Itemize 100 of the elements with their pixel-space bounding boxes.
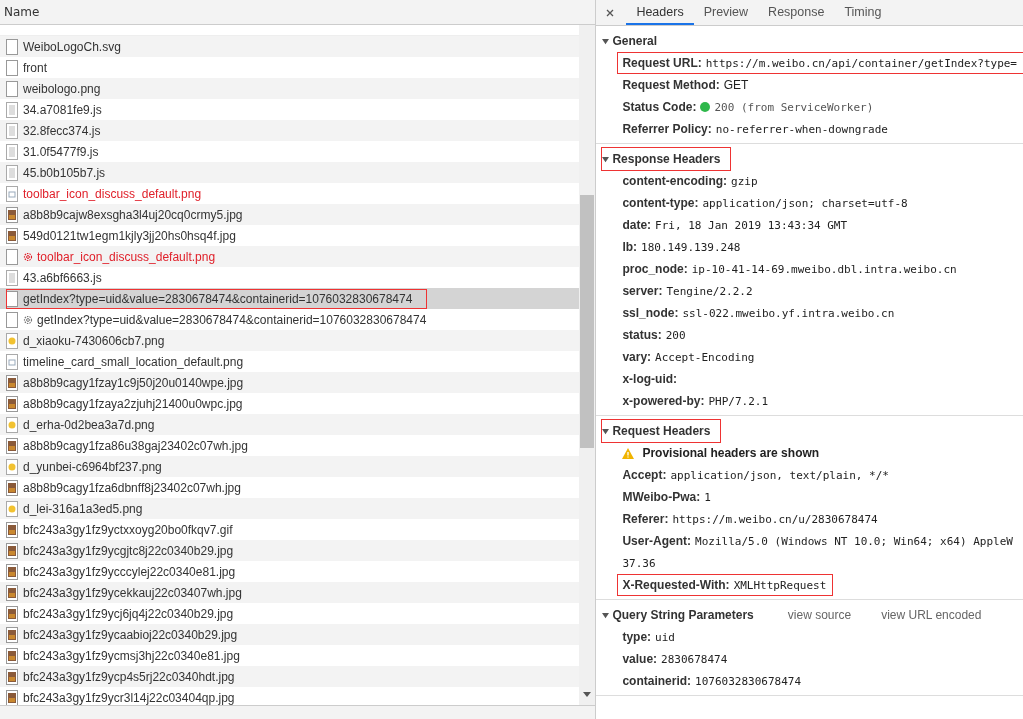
section-header[interactable]: Request Headers: [602, 420, 721, 442]
request-row[interactable]: weibologo.png: [0, 78, 580, 99]
header-name: Request Method:: [622, 78, 720, 92]
request-name: 34.a7081fe9.js: [23, 101, 102, 119]
request-name: 32.8fecc374.js: [23, 122, 101, 140]
expand-triangle-icon[interactable]: [602, 155, 610, 163]
view-link[interactable]: view source: [787, 608, 852, 622]
request-name: WeiboLogoCh.svg: [23, 38, 121, 56]
request-row[interactable]: WeiboLogoCh.svg: [0, 36, 580, 57]
scrollbar[interactable]: [579, 25, 596, 705]
header-value: uid: [655, 630, 675, 644]
tab[interactable]: Preview: [693, 0, 759, 25]
scrollbar-thumb[interactable]: [580, 195, 595, 448]
request-name: bfc243a3gy1fz9yctxxoyg20bo0fkqv7.gif: [23, 521, 233, 539]
request-name: bfc243a3gy1fz9ycaabioj22c0340b29.jpg: [23, 626, 238, 644]
header-value: Accept-Encoding: [655, 350, 755, 364]
close-icon[interactable]: [606, 8, 615, 17]
document-icon: [6, 143, 18, 160]
request-row[interactable]: a8b8b9cajw8exsgha3l4uj20cq0crmy5.jpg: [0, 204, 580, 225]
header-value: 1076032830678474: [695, 674, 802, 688]
header-name: Accept:: [622, 468, 667, 482]
header-name: date:: [622, 218, 652, 232]
expand-triangle-icon[interactable]: [602, 37, 610, 45]
request-name: 549d0121tw1egm1kjly3jj20hs0hsq4f.jpg: [23, 227, 236, 245]
header-value: 1: [704, 490, 711, 504]
image-file-icon: [6, 374, 18, 391]
header-name: Referrer Policy:: [622, 122, 712, 136]
header-name: containerid:: [622, 674, 692, 688]
request-row[interactable]: toolbar_icon_discuss_default.png: [0, 246, 580, 267]
header-name: type:: [622, 630, 652, 644]
request-row[interactable]: getIndex?type=uid&value=2830678474&containerid=1076032830678474: [0, 288, 580, 309]
expand-triangle-icon[interactable]: [602, 611, 610, 619]
scroll-down-icon[interactable]: [583, 692, 592, 697]
request-row[interactable]: bfc243a3gy1fz9ycekkauj22c03407wh.jpg: [0, 582, 580, 603]
tab[interactable]: Headers: [626, 0, 694, 25]
request-name: d_lei-316a1a3ed5.png: [23, 500, 143, 518]
request-name: weibologo.png: [23, 80, 101, 98]
column-header[interactable]: Name: [0, 0, 596, 25]
header-value: application/json; charset=utf-8: [702, 196, 908, 210]
image-file-icon: [6, 584, 18, 601]
request-name: toolbar_icon_discuss_default.png: [23, 185, 202, 203]
request-name: getIndex?type=uid&value=2830678474&containerid=1076032830678474: [37, 311, 427, 329]
header-value: Mozilla/5.0 (Windows NT 10.0; Win64; x64) AppleW: [695, 534, 1013, 548]
header-value: no-referrer-when-downgrade: [715, 122, 888, 136]
header-name: proc_node:: [622, 262, 688, 276]
request-name: bfc243a3gy1fz9ycr3l14j22c03404qp.jpg: [23, 689, 235, 705]
header-value: Fri, 18 Jan 2019 13:43:34 GMT: [655, 218, 848, 232]
header-value: XMLHttpRequest: [733, 578, 827, 592]
request-row[interactable]: d_yunbei-c6964bf237.png: [0, 456, 580, 477]
image-file-icon: [6, 521, 18, 538]
request-row[interactable]: a8b8b9cagy1fzay1c9j50j20u0140wpe.jpg: [0, 372, 580, 393]
request-name: d_yunbei-c6964bf237.png: [23, 458, 162, 476]
image-file-icon: [6, 479, 18, 496]
header-name: lb:: [622, 240, 638, 254]
view-link[interactable]: view URL encoded: [881, 608, 982, 622]
request-name: bfc243a3gy1fz9ycmsj3hj22c0340e81.jpg: [23, 647, 240, 665]
header-value: gzip: [731, 174, 758, 188]
request-row[interactable]: 32.8fecc374.js: [0, 120, 580, 141]
request-name: getIndex?type=uid&value=2830678474&containerid=1076032830678474: [7, 289, 427, 308]
request-name: a8b8b9cagy1fzay1c9j50j20u0140wpe.jpg: [23, 374, 244, 392]
request-name: a8b8b9cajw8exsgha3l4uj20cq0crmy5.jpg: [23, 206, 243, 224]
file-icon: [6, 38, 18, 55]
request-row[interactable]: d_xiaoku-7430606cb7.png: [0, 330, 580, 351]
request-name: a8b8b9cagy1fza86u38gaj23402c07wh.jpg: [23, 437, 248, 455]
image-file-icon: [6, 626, 18, 643]
tab[interactable]: Timing: [834, 0, 892, 25]
header-name: ssl_node:: [622, 306, 679, 320]
header-value: https://m.weibo.cn/api/container/getIndex?type=: [705, 56, 1017, 70]
request-name: 45.b0b105b7.js: [23, 164, 106, 182]
request-row[interactable]: d_lei-316a1a3ed5.png: [0, 498, 580, 519]
header-name: content-type:: [622, 196, 699, 210]
image-file-icon: [6, 542, 18, 559]
request-name: d_xiaoku-7430606cb7.png: [23, 332, 165, 350]
tab[interactable]: Response: [758, 0, 835, 25]
request-row[interactable]: 45.b0b105b7.js: [0, 162, 580, 183]
request-row[interactable]: d_erha-0d2bea3a7d.png: [0, 414, 580, 435]
request-name: 31.0f5477f9.js: [23, 143, 99, 161]
expand-triangle-icon[interactable]: [602, 427, 610, 435]
request-name: 43.a6bf6663.js: [23, 269, 102, 287]
image-file-icon: [6, 437, 18, 454]
section-header[interactable]: Query String Parameters: [602, 606, 758, 624]
header-value: PHP/7.2.1: [708, 394, 768, 408]
request-row[interactable]: bfc243a3gy1fz9ycp4s5rj22c0340hdt.jpg: [0, 666, 580, 687]
image-file-icon: [6, 647, 18, 664]
request-name: a8b8b9cagy1fzaya2zjuhj21400u0wpc.jpg: [23, 395, 243, 413]
section-header[interactable]: General: [602, 32, 662, 50]
section-header[interactable]: Response Headers: [602, 148, 731, 170]
header-name: server:: [622, 284, 663, 298]
file-icon: [6, 290, 18, 307]
image-file-icon: [6, 416, 18, 433]
file-icon: [6, 311, 18, 328]
request-row[interactable]: bfc243a3gy1fz9ycaabioj22c0340b29.jpg: [0, 624, 580, 645]
header-value: 37.36: [622, 556, 656, 570]
header-value: 200 (from ServiceWorker): [714, 100, 874, 114]
request-row[interactable]: bfc243a3gy1fz9ycgjtc8j22c0340b29.jpg: [0, 540, 580, 561]
header-value: 180.149.139.248: [641, 240, 741, 254]
file-icon: [6, 80, 18, 97]
header-value: GET: [723, 78, 749, 92]
header-name: Status Code:: [622, 100, 697, 114]
image-file-icon: [6, 500, 18, 517]
